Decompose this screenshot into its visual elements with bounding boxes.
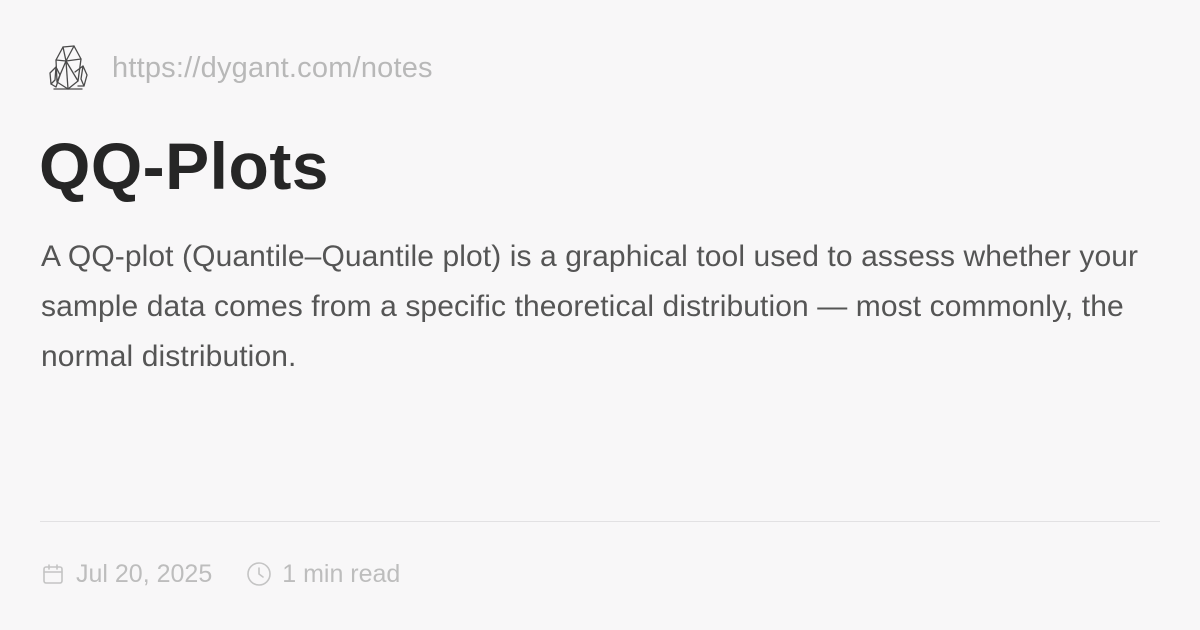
article-meta: Jul 20, 2025 1 min read: [40, 556, 400, 592]
clock-icon: [246, 561, 272, 587]
page-title: QQ-Plots: [39, 129, 330, 203]
read-time-text: 1 min read: [282, 559, 401, 588]
publish-date: Jul 20, 2025: [40, 560, 212, 589]
read-time: 1 min read: [246, 560, 400, 589]
calendar-icon: [40, 561, 66, 587]
site-header: https://dygant.com/notes: [44, 40, 433, 96]
publish-date-text: Jul 20, 2025: [76, 559, 213, 588]
article-description: A QQ-plot (Quantile–Quantile plot) is a …: [41, 240, 1139, 373]
crystal-cluster-icon[interactable]: [44, 40, 92, 96]
site-url[interactable]: https://dygant.com/notes: [112, 52, 433, 85]
divider: [40, 521, 1160, 522]
